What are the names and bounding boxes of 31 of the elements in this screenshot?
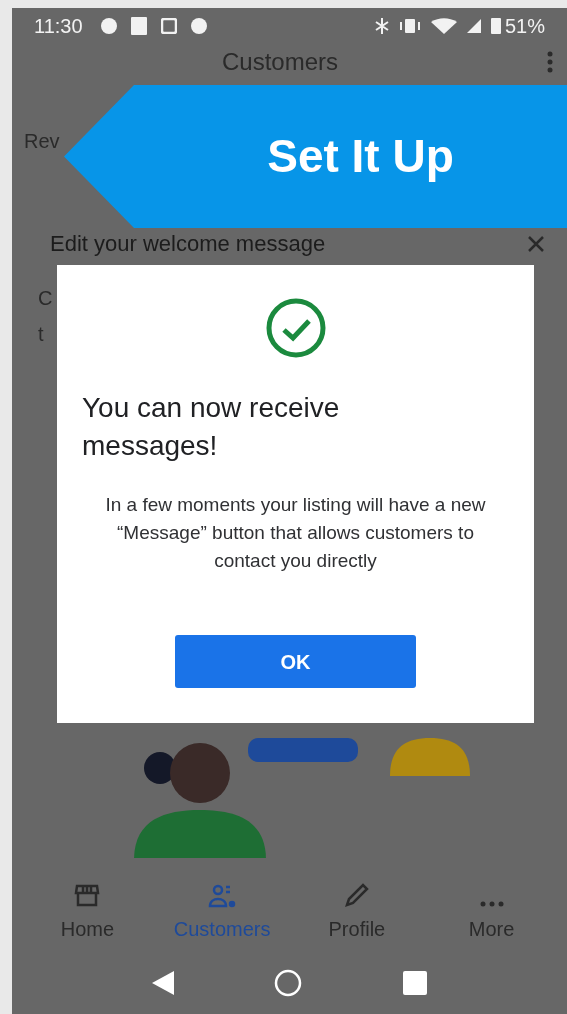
notification-circle-icon: [190, 18, 207, 34]
pencil-icon: [343, 882, 370, 908]
check-circle-icon: [264, 297, 327, 359]
card-title: Edit your welcome message: [50, 230, 326, 257]
vibrate-icon: [398, 18, 421, 34]
ok-button[interactable]: OK: [175, 635, 416, 688]
dialog-message: In a few moments your listing will have a new “Message” button that allows customers to contact you directly: [104, 493, 487, 573]
nav-tab[interactable]: Home: [20, 878, 155, 952]
people-icon: [207, 884, 238, 908]
app-bar-title: Customers: [222, 47, 339, 77]
status-time: 11:30: [34, 14, 83, 39]
wifi-icon: [430, 18, 457, 34]
nav-tab[interactable]: Customers: [154, 878, 290, 952]
dialog-title: You can now receive messages!: [82, 391, 341, 463]
recents-square-icon[interactable]: [402, 971, 427, 995]
back-icon[interactable]: [152, 971, 175, 995]
card-text: t: [38, 322, 45, 347]
store-icon: [74, 884, 101, 908]
nav-tab[interactable]: Profile: [289, 878, 425, 952]
battery-icon: [490, 18, 501, 34]
notification-circle-icon: [100, 18, 117, 34]
home-circle-icon[interactable]: [274, 969, 303, 997]
tab-label[interactable]: Rev: [24, 126, 60, 156]
signal-icon: [466, 19, 481, 33]
card-text: C: [38, 286, 54, 311]
more-icon: [478, 900, 505, 908]
close-icon[interactable]: [527, 234, 545, 253]
overflow-menu-icon[interactable]: [547, 51, 553, 73]
nav-tab[interactable]: More: [424, 878, 559, 952]
battery-percent: 51%: [504, 14, 545, 39]
bluetooth-icon: [374, 17, 389, 35]
